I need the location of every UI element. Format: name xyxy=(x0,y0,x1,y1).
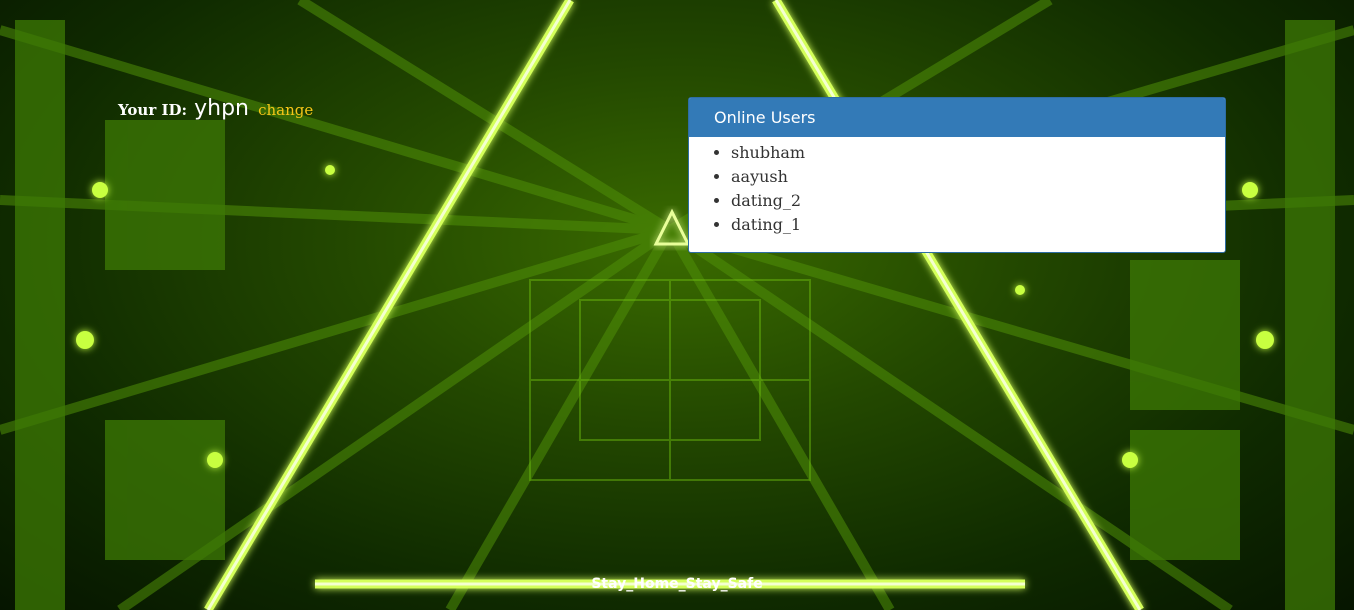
online-users-panel: Online Users shubham aayush dating_2 dat… xyxy=(688,97,1226,253)
user-id-row: Your ID: yhpn change xyxy=(118,96,313,121)
online-user-item[interactable]: dating_2 xyxy=(731,189,1225,213)
online-users-list: shubham aayush dating_2 dating_1 xyxy=(689,141,1225,237)
online-user-item[interactable]: aayush xyxy=(731,165,1225,189)
online-users-body: shubham aayush dating_2 dating_1 xyxy=(689,141,1225,237)
user-id-label: Your ID: xyxy=(118,101,188,119)
change-id-link[interactable]: change xyxy=(258,101,313,119)
footer-slogan: Stay_Home_Stay_Safe xyxy=(591,576,763,592)
online-user-item[interactable]: shubham xyxy=(731,141,1225,165)
neon-tunnel-background xyxy=(0,0,1354,610)
user-id-value: yhpn xyxy=(194,96,249,121)
online-users-title: Online Users xyxy=(689,98,1225,137)
app-stage: Your ID: yhpn change Online Users shubha… xyxy=(0,0,1354,610)
online-user-item[interactable]: dating_1 xyxy=(731,213,1225,237)
